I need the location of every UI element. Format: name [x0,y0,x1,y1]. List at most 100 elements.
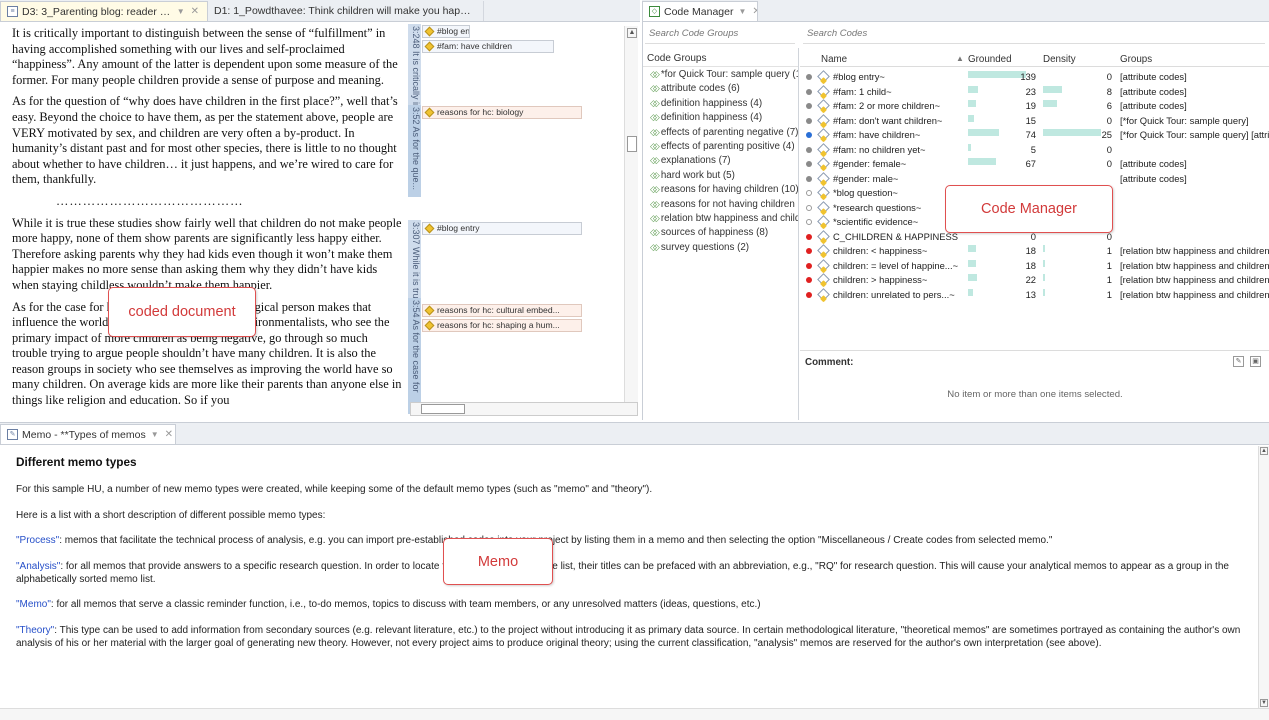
code-row[interactable]: #fam: have children~ 74 25 [*for Quick Tour… [800,128,1269,143]
document-tab-bar: ≡ D3: 3_Parenting blog: reader comments … [0,0,640,22]
code-name: #fam: no children yet~ [833,143,926,155]
chevron-down-icon[interactable]: ▼ [738,7,746,16]
margin-code-tag[interactable]: #blog entry [422,25,470,38]
margin-code-tag[interactable]: reasons for hc: biology [422,106,582,119]
status-dot [806,204,812,211]
close-icon[interactable]: ✕ [752,6,757,17]
code-group-item[interactable]: ◇◇ definition happiness (4) [643,96,798,110]
grounded-bar [968,259,976,267]
code-groups-value: [relation btw happiness and children] [1120,288,1269,300]
grounded-value: 19 [1025,100,1036,111]
code-group-item[interactable]: ◇◇ sources of happiness (8) [643,225,798,239]
margin-area[interactable]: 3:248 It is critically important to dist… [408,22,624,414]
margin-code-tag[interactable]: reasons for hc: cultural embed... [422,304,582,317]
doc-paragraph: It is critically important to distinguis… [12,26,398,87]
column-header-density[interactable]: Density [1043,54,1076,65]
search-code-groups-input[interactable]: Search Code Groups [645,28,795,44]
close-icon[interactable]: ✕ [191,6,199,17]
margin-code-tag[interactable]: reasons for hc: shaping a hum... [422,319,582,332]
code-group-item[interactable]: ◇◇ attribute codes (6) [643,81,798,95]
memo-heading: Different memo types [16,455,137,469]
margin-horizontal-scrollbar[interactable] [410,402,638,416]
code-groups-list[interactable]: Code Groups ◇◇ *for Quick Tour: sample qu… [643,48,799,420]
tab-label: D1: 1_Powdthavee: Think children will ma… [214,5,475,17]
code-row[interactable]: #gender: male~ [attribute codes] [800,171,1269,187]
status-dot [806,161,812,167]
sort-ascending-icon[interactable]: ▲ [956,54,964,63]
tab-code-manager[interactable]: ◇ Code Manager ▼ ✕ [642,1,758,21]
document-vertical-scrollbar[interactable]: ▲ [624,26,638,416]
column-header-name[interactable]: Name [821,54,847,65]
code-row[interactable]: children: < happiness~ 18 1 [relation btw h… [800,244,1269,259]
code-name: children: < happiness~ [833,245,928,256]
code-name: *scientific evidence~ [833,216,919,227]
status-dot [806,88,812,95]
chevron-down-icon[interactable]: ▼ [177,7,185,16]
code-group-item[interactable]: ◇◇ effects of parenting positive (4) [643,139,798,153]
code-group-item[interactable]: ◇◇ *for Quick Tour: sample query (12) [643,67,798,81]
memo-paragraph-theory: "Theory": This type can be used to add i… [16,624,1241,650]
density-value: 0 [1106,143,1112,155]
scroll-down-icon[interactable]: ▼ [1260,699,1268,707]
scroll-thumb[interactable] [421,404,465,414]
code-row[interactable]: children: unrelated to pers...~ 13 1 [relat… [800,287,1269,303]
tab-memo[interactable]: ✎ Memo - **Types of memos ▼ ✕ [0,424,176,444]
code-row[interactable]: #fam: no children yet~ 5 0 [800,142,1269,158]
density-value: 8 [1106,85,1112,97]
comment-area[interactable]: Comment: ✎ ▣ No item or more than one it… [800,350,1269,420]
code-group-item[interactable]: ◇◇ definition happiness (4) [643,110,798,124]
save-icon[interactable]: ▣ [1250,356,1261,367]
margin-code-tag[interactable]: #blog entry [422,222,582,235]
code-group-icon: ◇◇ [650,83,660,94]
code-row[interactable]: children: = level of happine...~ 18 1 [rela… [800,258,1269,274]
code-group-item[interactable]: ◇◇ reasons for having children (10) [643,182,798,196]
code-group-item[interactable]: ◇◇relation btw happiness and children [643,211,798,225]
memo-paragraph: For this sample HU, a number of new memo… [16,484,653,496]
code-group-item[interactable]: ◇◇ hard work but (5) [643,168,798,182]
margin-code-tag[interactable]: #fam: have children [422,40,554,53]
memo-body[interactable]: Different memo types For this sample HU,… [0,446,1258,708]
code-group-icon: ◇◇ [650,112,660,123]
memo-vertical-scrollbar[interactable]: ▲ ▼ [1258,446,1269,708]
edit-icon[interactable]: ✎ [1233,356,1244,367]
code-name: #fam: 1 child~ [833,85,892,97]
code-row[interactable]: #gender: female~ 67 0 [attribute codes] [800,157,1269,172]
grounded-bar [968,85,978,93]
code-group-item[interactable]: ◇◇ survey questions (2) [643,240,798,254]
grounded-bar [968,143,971,151]
status-dot [806,277,812,283]
code-row[interactable]: #fam: don't want children~ 15 0 [*for Quick… [800,113,1269,129]
status-dot [806,117,812,124]
scroll-up-icon[interactable]: ▲ [1260,447,1268,455]
memo-horizontal-scrollbar[interactable] [0,708,1269,720]
code-name: *blog question~ [833,187,898,198]
code-groups-value: [attribute codes] [1120,71,1187,82]
close-icon[interactable]: ✕ [165,429,173,440]
code-row[interactable]: #blog entry~ 139 0 [attribute codes] [800,70,1269,85]
density-bar [1043,100,1057,107]
code-groups-value: [relation btw happiness and children] [1120,245,1269,256]
column-header-groups[interactable]: Groups [1120,54,1152,65]
grounded-bar [968,158,996,165]
code-icon [817,229,830,243]
document-text-pane[interactable]: It is critically important to distinguis… [0,22,408,420]
code-group-item[interactable]: ◇◇ effects of parenting negative (7) [643,125,798,139]
tab-document-d1[interactable]: D1: 1_Powdthavee: Think children will ma… [208,1,484,21]
code-row[interactable]: children: > happiness~ 22 1 [relation btw h… [800,273,1269,288]
scroll-up-icon[interactable]: ▲ [627,28,637,38]
quotation-label: 3:52 As for the que... [411,107,421,191]
code-group-item[interactable]: ◇◇ explanations (7) [643,153,798,167]
code-group-item[interactable]: ◇◇ reasons for not having children (8) [643,197,798,211]
chevron-down-icon[interactable]: ▼ [151,430,159,439]
memo-paragraph-process: "Process": memos that facilitate the tec… [16,535,1053,547]
tab-document-d3[interactable]: ≡ D3: 3_Parenting blog: reader comments … [0,1,208,21]
column-header-grounded[interactable]: Grounded [968,54,1012,65]
status-dot [806,190,812,196]
search-codes-input[interactable]: Search Codes [803,28,1265,44]
code-row[interactable]: #fam: 2 or more children~ 19 6 [attribute c… [800,99,1269,114]
code-icon [817,215,830,228]
code-row[interactable]: #fam: 1 child~ 23 8 [attribute codes] [800,84,1269,100]
scroll-thumb[interactable] [627,136,637,152]
doc-paragraph: As for the question of “why does have ch… [12,94,398,187]
code-name: *research questions~ [833,201,922,213]
